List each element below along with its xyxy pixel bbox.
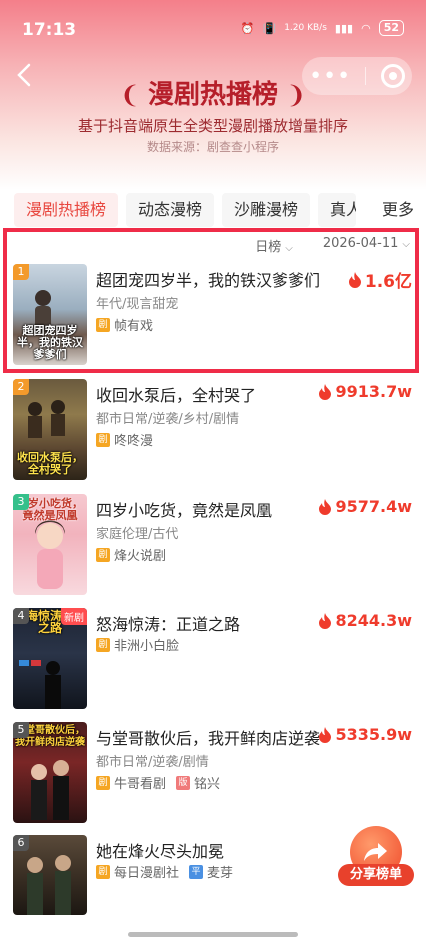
drama-badge-icon: 剧 bbox=[96, 432, 110, 447]
new-drama-badge: 新剧 bbox=[61, 608, 87, 625]
item-tags: 剧烽火说剧 bbox=[96, 545, 166, 564]
poster-image: 与堂哥散伙后，我开鲜肉店逆袭 5 bbox=[13, 722, 87, 823]
list-item[interactable]: 怒海惊涛正道之路 4 新剧 怒海惊涛：正道之路 剧非洲小白脸 8244.3w bbox=[0, 602, 426, 709]
drama-badge-icon: 剧 bbox=[96, 317, 110, 332]
producer-name: 咚咚漫 bbox=[114, 434, 154, 449]
share-label: 分享榜单 bbox=[338, 864, 414, 886]
item-genre: 年代/现言甜宠 bbox=[96, 297, 179, 312]
laurel-left-icon: ❨ bbox=[119, 81, 140, 109]
drama-badge-icon: 剧 bbox=[96, 547, 110, 562]
list-item[interactable]: 四岁小吃货，竟然是凤凰 3 四岁小吃货，竟然是凤凰 家庭伦理/古代 剧烽火说剧 … bbox=[0, 488, 426, 595]
status-icons: ⏰ 📳 1.20 KB/s ▮▮▮ ◠ 52 bbox=[241, 20, 404, 36]
poster-image: 超团宠四岁半，我的铁汉爹爹们 1 bbox=[13, 264, 87, 365]
heat-value: 5335.9w bbox=[318, 725, 412, 744]
item-genre: 都市日常/逆袭/剧情 bbox=[96, 755, 209, 770]
item-title: 她在烽火尽头加冕 bbox=[96, 842, 225, 861]
tab-sand-sculpture[interactable]: 沙雕漫榜 bbox=[222, 193, 311, 227]
item-title: 与堂哥散伙后，我开鲜肉店逆袭 bbox=[96, 729, 321, 748]
producer-name: 每日漫剧社 bbox=[114, 866, 180, 881]
fire-icon bbox=[319, 383, 332, 400]
fire-icon bbox=[319, 498, 332, 515]
producer-name: 非洲小白脸 bbox=[114, 639, 180, 654]
rank-badge: 4 bbox=[13, 608, 29, 624]
page-subtitle: 基于抖音端原生全类型漫剧播放增量排序 bbox=[77, 117, 348, 135]
network-speed: 1.20 KB/s bbox=[284, 23, 327, 33]
page-title: 漫剧热播榜 bbox=[147, 80, 278, 110]
rank-badge: 3 bbox=[13, 494, 29, 510]
tab-dynamic-comic[interactable]: 动态漫榜 bbox=[126, 193, 215, 227]
tab-hot-ranking[interactable]: 漫剧热播榜 bbox=[14, 193, 119, 227]
item-title: 怒海惊涛：正道之路 bbox=[96, 615, 241, 634]
poster-image: 怒海惊涛正道之路 4 新剧 bbox=[13, 608, 87, 709]
tab-bar: 漫剧热播榜 动态漫榜 沙雕漫榜 真人 更多 bbox=[14, 193, 414, 227]
fire-icon bbox=[348, 271, 361, 288]
copyright-badge-icon: 版 bbox=[176, 775, 191, 790]
drama-badge-icon: 剧 bbox=[96, 864, 110, 879]
data-source: 数据来源：剧查查小程序 bbox=[146, 140, 279, 154]
page-title-wrap: ❨ 漫剧热播榜 ❩ bbox=[0, 74, 426, 111]
poster-image: 6 bbox=[13, 835, 87, 915]
item-tags: 剧咚咚漫 bbox=[96, 430, 153, 449]
laurel-right-icon: ❩ bbox=[286, 81, 307, 109]
signal-icon: ▮▮▮ bbox=[334, 21, 354, 35]
item-tags: 剧牛哥看剧 版铭兴 bbox=[96, 773, 220, 792]
poster-image: 收回水泵后，全村哭了 2 bbox=[13, 379, 87, 480]
rank-badge: 5 bbox=[13, 722, 29, 738]
status-bar: 17:13 ⏰ 📳 1.20 KB/s ▮▮▮ ◠ 52 bbox=[0, 0, 426, 54]
item-tags: 剧每日漫剧社 平麦芽 bbox=[96, 862, 233, 881]
producer-name: 牛哥看剧 bbox=[114, 777, 167, 792]
status-time: 17:13 bbox=[22, 20, 77, 40]
chevron-down-icon: ⌵ bbox=[402, 239, 410, 250]
fire-icon bbox=[319, 612, 332, 629]
list-item[interactable]: 超团宠四岁半，我的铁汉爹爹们 1 超团宠四岁半，我的铁汉爹爹们 年代/现言甜宠 … bbox=[0, 258, 426, 365]
heat-value: 1.6亿 bbox=[348, 267, 412, 292]
fire-icon bbox=[319, 726, 332, 743]
tab-live-action[interactable]: 真人 bbox=[318, 193, 357, 227]
heat-value: 8244.3w bbox=[318, 611, 412, 630]
item-title: 超团宠四岁半，我的铁汉爹爹们 bbox=[96, 271, 321, 290]
filter-bar: 日榜 ⌵ 2026-04-11 ⌵ bbox=[255, 236, 410, 255]
item-genre: 家庭伦理/古代 bbox=[96, 527, 179, 542]
producer-name: 帧有戏 bbox=[114, 319, 154, 334]
copyright-holder: 铭兴 bbox=[194, 777, 221, 792]
poster-image: 四岁小吃货，竟然是凤凰 3 bbox=[13, 494, 87, 595]
date-select[interactable]: 2026-04-11 ⌵ bbox=[323, 236, 410, 255]
item-title: 收回水泵后，全村哭了 bbox=[96, 386, 257, 405]
heat-value: 9577.4w bbox=[318, 497, 412, 516]
drama-badge-icon: 剧 bbox=[96, 775, 110, 790]
heat-value: 9913.7w bbox=[318, 382, 412, 401]
rank-badge: 1 bbox=[13, 264, 29, 280]
vibrate-icon: 📳 bbox=[262, 21, 277, 35]
period-select[interactable]: 日榜 ⌵ bbox=[255, 236, 293, 255]
item-tags: 剧非洲小白脸 bbox=[96, 635, 179, 654]
tab-more[interactable]: 更多 bbox=[367, 193, 414, 227]
chevron-down-icon: ⌵ bbox=[285, 243, 293, 254]
producer-name: 烽火说剧 bbox=[114, 549, 167, 564]
rank-badge: 6 bbox=[13, 835, 29, 851]
item-tags: 剧帧有戏 bbox=[96, 315, 153, 334]
list-item[interactable]: 收回水泵后，全村哭了 2 收回水泵后，全村哭了 都市日常/逆袭/乡村/剧情 剧咚… bbox=[0, 373, 426, 480]
wifi-icon: ◠ bbox=[361, 21, 371, 35]
item-genre: 都市日常/逆袭/乡村/剧情 bbox=[96, 412, 240, 427]
alarm-icon: ⏰ bbox=[240, 21, 255, 35]
drama-badge-icon: 剧 bbox=[96, 637, 110, 652]
item-title: 四岁小吃货，竟然是凤凰 bbox=[96, 501, 273, 520]
platform-badge-icon: 平 bbox=[189, 864, 204, 879]
battery-icon: 52 bbox=[378, 20, 404, 36]
share-ranking-button[interactable]: 分享榜单 bbox=[338, 826, 414, 886]
rank-badge: 2 bbox=[13, 379, 29, 395]
platform-name: 麦芽 bbox=[207, 866, 234, 881]
list-item[interactable]: 与堂哥散伙后，我开鲜肉店逆袭 5 与堂哥散伙后，我开鲜肉店逆袭 都市日常/逆袭/… bbox=[0, 716, 426, 823]
home-indicator[interactable] bbox=[128, 932, 298, 937]
